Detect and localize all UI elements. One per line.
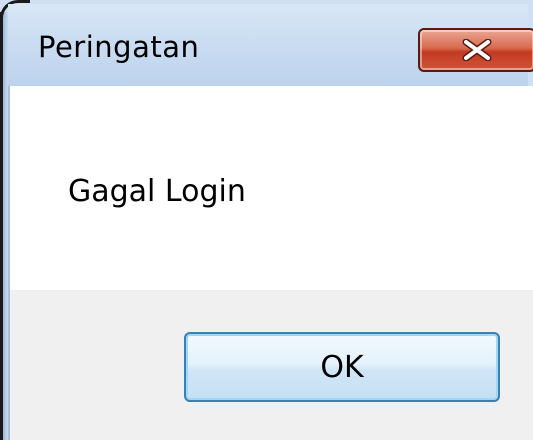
ok-button[interactable]: OK: [184, 332, 500, 402]
message-dialog: Peringatan Gagal Login OK: [0, 0, 533, 440]
close-button[interactable]: [418, 28, 533, 72]
close-icon: [460, 39, 494, 61]
title-bar[interactable]: Peringatan: [8, 4, 533, 86]
dialog-footer: OK: [8, 290, 533, 440]
dialog-title: Peringatan: [38, 30, 200, 64]
window-frame-left: [0, 12, 8, 440]
dialog-message: Gagal Login: [68, 174, 246, 209]
dialog-content: Gagal Login: [8, 86, 533, 290]
